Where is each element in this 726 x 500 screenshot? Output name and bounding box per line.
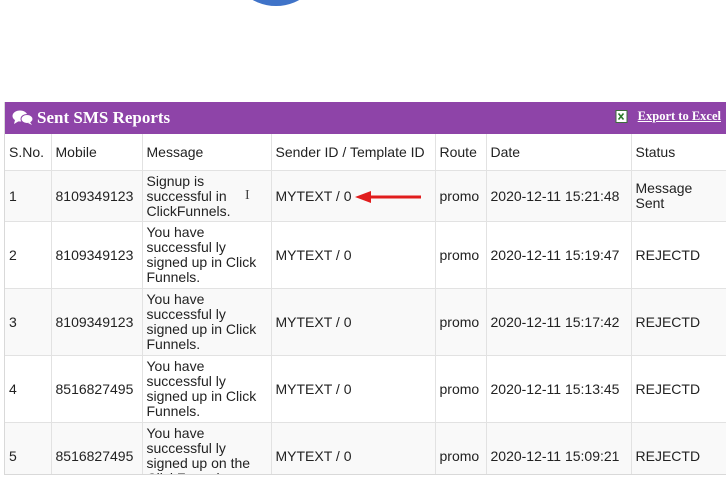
table-row: 3 8109349123 You have successful ly sign… <box>5 288 726 356</box>
column-header-sender: Sender ID / Template ID <box>271 134 436 171</box>
cell-sno: 2 <box>5 221 52 289</box>
cell-message: You have successful ly signed up in Clic… <box>142 288 272 356</box>
cell-message: You have successful ly signed up on the … <box>142 422 272 474</box>
cell-status: REJECTD <box>631 422 726 474</box>
cell-route: promo <box>435 422 487 474</box>
cell-mobile: 8516827495 <box>51 422 143 474</box>
cell-date: 2020-12-11 15:17:42 <box>486 288 632 356</box>
red-arrow-annotation <box>355 191 421 203</box>
cell-message: Signup is successful in ClickFunnels. <box>142 170 272 222</box>
excel-file-icon <box>615 110 628 123</box>
cell-sno: 1 <box>5 170 52 222</box>
cell-route: promo <box>435 170 487 222</box>
cell-date: 2020-12-11 15:21:48 <box>486 170 632 222</box>
cell-sender: MYTEXT / 0 <box>271 355 436 423</box>
cell-mobile: 8516827495 <box>51 355 143 423</box>
export-label[interactable]: Export to Excel <box>638 109 721 124</box>
cell-mobile: 8109349123 <box>51 170 143 222</box>
column-header-message: Message <box>142 134 272 171</box>
text-cursor-icon: I <box>245 188 250 203</box>
column-header-date: Date <box>486 134 632 171</box>
sent-sms-reports-panel: Sent SMS Reports Export to Excel S.No. M… <box>4 102 726 475</box>
cell-sno: 4 <box>5 355 52 423</box>
table-header-row: S.No. Mobile Message Sender ID / Templat… <box>5 134 726 171</box>
table-row: 4 8516827495 You have successful ly sign… <box>5 355 726 423</box>
table-row: 5 8516827495 You have successful ly sign… <box>5 422 726 474</box>
column-header-sno: S.No. <box>5 134 52 171</box>
cell-sender: MYTEXT / 0 <box>271 422 436 474</box>
cell-sender: MYTEXT / 0 <box>271 288 436 356</box>
cell-message: You have successful ly signed up in Clic… <box>142 355 272 423</box>
cell-mobile: 8109349123 <box>51 221 143 289</box>
cell-mobile: 8109349123 <box>51 288 143 356</box>
cell-route: promo <box>435 288 487 356</box>
cell-sno: 3 <box>5 288 52 356</box>
cell-status: REJECTD <box>631 355 726 423</box>
column-header-route: Route <box>435 134 487 171</box>
cell-sender: MYTEXT / 0 <box>271 221 436 289</box>
cell-sno: 5 <box>5 422 52 474</box>
export-to-excel-link[interactable]: Export to Excel <box>615 109 721 124</box>
panel-title: Sent SMS Reports <box>37 108 171 127</box>
cell-status: REJECTD <box>631 288 726 356</box>
panel-title-group: Sent SMS Reports <box>5 108 170 128</box>
cell-date: 2020-12-11 15:13:45 <box>486 355 632 423</box>
cell-message: You have successful ly signed up in Clic… <box>142 221 272 289</box>
cell-route: promo <box>435 221 487 289</box>
cell-route: promo <box>435 355 487 423</box>
table-row: 2 8109349123 You have successful ly sign… <box>5 221 726 289</box>
cell-status: REJECTD <box>631 221 726 289</box>
cell-status: Message Sent <box>631 170 726 222</box>
cell-date: 2020-12-11 15:09:21 <box>486 422 632 474</box>
decorative-blue-shape <box>228 0 324 6</box>
panel-header: Sent SMS Reports Export to Excel <box>5 102 726 134</box>
sms-reports-table: S.No. Mobile Message Sender ID / Templat… <box>5 134 726 474</box>
cell-date: 2020-12-11 15:19:47 <box>486 221 632 289</box>
column-header-status: Status <box>631 134 726 171</box>
chat-bubbles-icon <box>12 109 34 127</box>
column-header-mobile: Mobile <box>51 134 143 171</box>
